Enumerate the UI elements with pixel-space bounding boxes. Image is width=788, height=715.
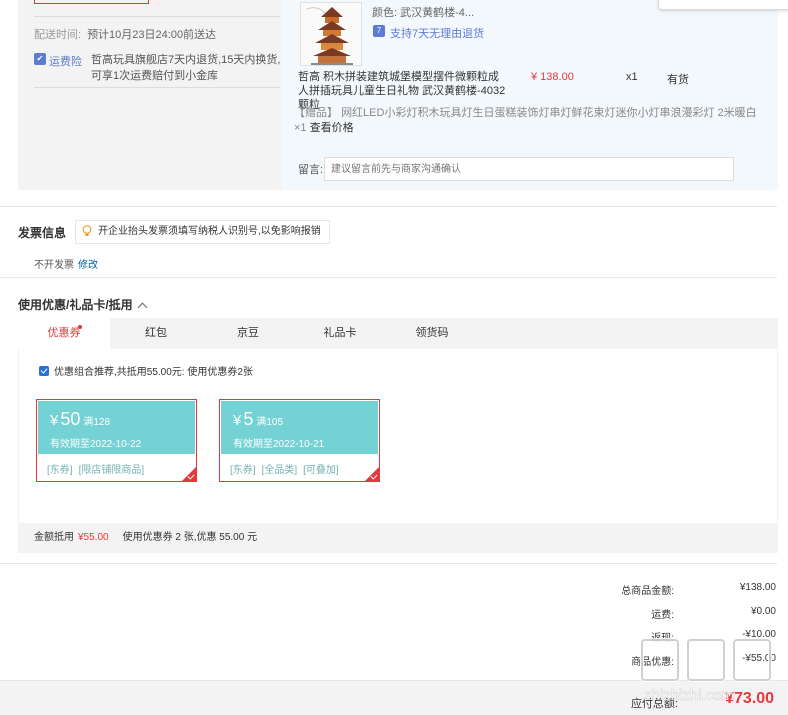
total-value: ¥73.00 xyxy=(725,690,774,707)
message-label: 留言: xyxy=(298,164,324,176)
summary-label: 商品优惠: xyxy=(631,657,674,668)
coupon-card[interactable]: ¥50 满128 有效期至2022-10-22 [东券] [限店铺限商品] xyxy=(36,399,197,482)
new-dot-badge xyxy=(78,325,82,329)
combo-recommend[interactable]: 优惠组合推荐,共抵用55.00元: 使用优惠券2张 xyxy=(39,363,253,378)
shield-icon: ✔ xyxy=(34,53,46,65)
chevron-up-icon[interactable] xyxy=(137,302,148,313)
popup-edge xyxy=(658,0,788,10)
summary-row-goods: 总商品金额: ¥138.00 xyxy=(560,582,776,597)
tab-gift-card[interactable]: 礼品卡 xyxy=(294,318,386,349)
delivery-time-label: 配送时间: xyxy=(34,29,82,41)
tab-label: 优惠券 xyxy=(47,327,81,339)
coupon-condition: 满128 xyxy=(83,417,111,428)
combo-text: 优惠组合推荐,共抵用55.00元: 使用优惠券2张 xyxy=(54,367,253,378)
divider xyxy=(0,206,777,207)
tab-coupons[interactable]: 优惠券 xyxy=(18,318,110,350)
coupon-tag: [东券] xyxy=(230,465,256,476)
coupon-value: 50 xyxy=(60,409,81,429)
summary-label: 运费: xyxy=(651,610,674,621)
summary-row-discount: 商品优惠: -¥55.00 xyxy=(560,653,776,668)
delivery-time-value: 预计10月23日24:00前送达 xyxy=(87,29,217,41)
summary-label: 返现: xyxy=(651,633,674,644)
summary-value: -¥55.00 xyxy=(742,653,776,664)
product-panel: 颜色: 武汉黄鹤楼-4... 7 支持7天无理由退货 哲高 积木拼装建筑城堡模型… xyxy=(282,0,778,190)
order-block: 配送时间: 预计10月23日24:00前送达 ✔ 运费险 哲高玩具旗舰店7天内退货… xyxy=(18,0,778,190)
coupon-card-header: ¥5 满105 有效期至2022-10-21 xyxy=(221,401,378,454)
lightbulb-icon xyxy=(82,225,92,236)
tab-redeem-code[interactable]: 领货码 xyxy=(386,318,478,349)
total-label: 应付总额: xyxy=(630,698,678,710)
summary-row-cashback: 返现: -¥10.00 xyxy=(560,629,776,644)
delivery-time: 配送时间: 预计10月23日24:00前送达 xyxy=(34,26,216,42)
gift-line: 【赠品】 网红LED小彩灯积木玩具灯生日蛋糕装饰灯串灯鲜花束灯迷你小灯串浪漫彩灯… xyxy=(294,106,764,136)
gift-text[interactable]: 网红LED小彩灯积木玩具灯生日蛋糕装饰灯串灯鲜花束灯迷你小灯串浪漫彩灯 2米暖白… xyxy=(294,107,757,134)
tab-label: 京豆 xyxy=(237,327,259,339)
stock-status: 有货 xyxy=(667,74,689,86)
address-box-edge xyxy=(34,0,149,4)
combo-checkbox[interactable] xyxy=(39,366,49,376)
coupon-validity: 有效期至2022-10-22 xyxy=(50,439,142,450)
coupon-condition: 满105 xyxy=(256,417,284,428)
invoice-tip: 开企业抬头发票须填写纳税人识别号,以免影响报销 xyxy=(75,220,330,244)
coupon-tag: [全品类] xyxy=(261,465,298,476)
tab-label: 礼品卡 xyxy=(323,327,357,339)
currency-symbol: ¥ xyxy=(233,412,242,429)
product-quantity: x1 xyxy=(626,71,638,83)
discount-summary: 金额抵用 ¥55.00 使用优惠券 2 张,优惠 55.00 元 xyxy=(18,523,778,553)
gift-tag: 【赠品】 xyxy=(294,107,338,119)
coupon-tag: [东券] xyxy=(47,465,73,476)
divider xyxy=(34,16,280,17)
return-policy[interactable]: 支持7天无理由退货 xyxy=(390,25,484,41)
total-bar: 应付总额: ¥73.00 xyxy=(0,680,788,715)
divider xyxy=(34,87,280,88)
invoice-title: 发票信息 xyxy=(18,226,67,240)
return-policy-icon: 7 xyxy=(373,25,385,37)
coupon-tag: [可叠加] xyxy=(303,465,339,476)
summary-row-freight: 运费: ¥0.00 xyxy=(560,606,776,621)
freight-insurance-text: 哲高玩具旗舰店7天内退货,15天内换货,可享1次运费赔付到小金库 xyxy=(91,54,281,82)
coupon-tag: [限店铺限商品] xyxy=(78,465,145,476)
message-input[interactable] xyxy=(324,157,734,181)
discount-desc: 使用优惠券 2 张,优惠 55.00 元 xyxy=(122,532,258,543)
coupon-card[interactable]: ¥5 满105 有效期至2022-10-21 [东券] [全品类] [可叠加] xyxy=(219,399,380,482)
coupon-section-title-text: 使用优惠/礼品卡/抵用 xyxy=(18,298,133,312)
invoice-status: 不开发票 修改 xyxy=(34,256,98,271)
coupon-value: 5 xyxy=(243,409,254,429)
coupon-tags: [东券] [全品类] [可叠加] xyxy=(230,461,345,476)
tab-label: 领货码 xyxy=(415,327,449,339)
summary-value: -¥10.00 xyxy=(742,629,776,640)
tab-jd-beans[interactable]: 京豆 xyxy=(202,318,294,349)
discount-value: ¥55.00 xyxy=(78,532,109,543)
invoice-status-text: 不开发票 xyxy=(34,260,74,271)
invoice-tip-text: 开企业抬头发票须填写纳税人识别号,以免影响报销 xyxy=(98,226,321,237)
coupon-section-title[interactable]: 使用优惠/礼品卡/抵用 xyxy=(18,296,148,313)
product-price: ¥ 138.00 xyxy=(531,71,574,83)
summary-value: ¥0.00 xyxy=(750,606,776,617)
summary-value: ¥138.00 xyxy=(739,582,776,593)
summary-label: 总商品金额: xyxy=(621,586,674,597)
discount-label: 金额抵用 xyxy=(34,532,74,543)
divider xyxy=(0,277,777,278)
coupon-card-header: ¥50 满128 有效期至2022-10-22 xyxy=(38,401,195,454)
coupon-tags: [东券] [限店铺限商品] xyxy=(47,461,150,476)
coupon-validity: 有效期至2022-10-21 xyxy=(233,439,325,450)
coupon-amount: ¥5 满105 xyxy=(233,409,283,430)
coupon-amount: ¥50 满128 xyxy=(50,409,110,430)
invoice-edit-link[interactable]: 修改 xyxy=(78,260,98,271)
freight-insurance-label[interactable]: 运费险 xyxy=(49,53,82,69)
tab-red-packet[interactable]: 红包 xyxy=(110,318,202,349)
currency-symbol: ¥ xyxy=(50,412,59,429)
product-thumbnail[interactable] xyxy=(300,2,362,66)
product-color: 颜色: 武汉黄鹤楼-4... xyxy=(372,7,475,19)
view-price-link[interactable]: 查看价格 xyxy=(310,122,354,134)
coupon-tabs: 优惠券 红包 京豆 礼品卡 领货码 xyxy=(18,318,778,350)
tab-label: 红包 xyxy=(145,327,167,339)
divider xyxy=(0,563,777,564)
coupon-panel: 优惠组合推荐,共抵用55.00元: 使用优惠券2张 ¥50 满128 有效期至20… xyxy=(18,349,778,523)
